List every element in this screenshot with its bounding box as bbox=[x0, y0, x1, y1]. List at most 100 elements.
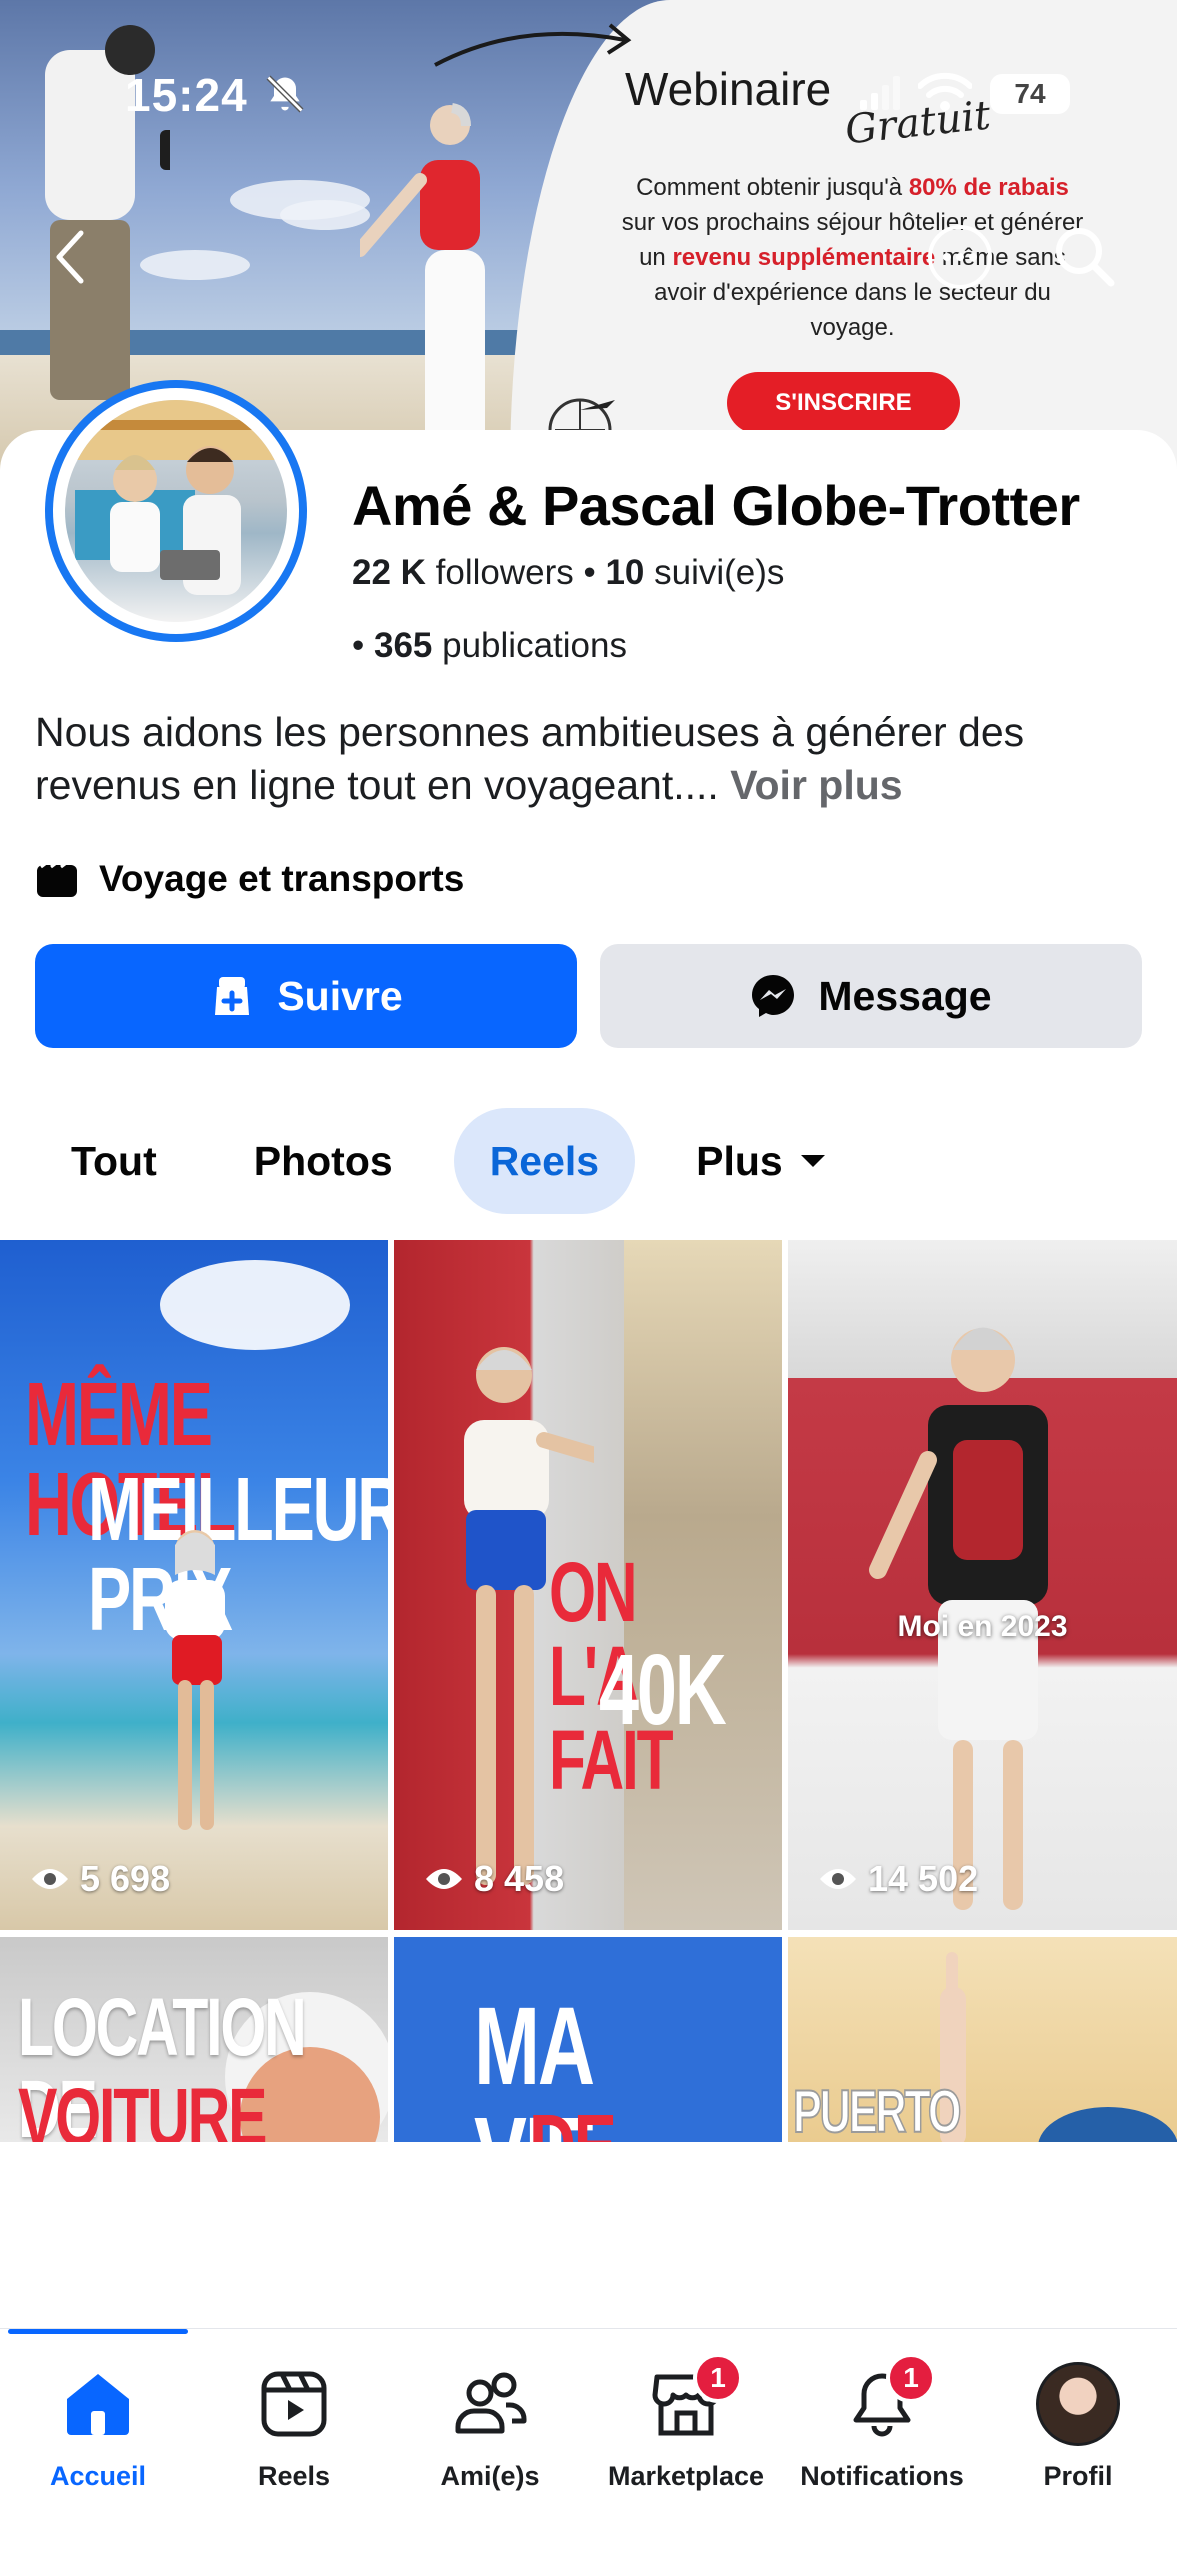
nav-reels-icon-wrap bbox=[260, 2359, 328, 2449]
message-label: Message bbox=[818, 972, 992, 1019]
reel-tile[interactable]: Moi en 2023 14 502 bbox=[788, 1240, 1177, 1930]
avatar-border bbox=[53, 388, 299, 634]
cloud bbox=[160, 1260, 350, 1350]
nav-profile-label: Profil bbox=[1043, 2461, 1113, 2491]
reel-tile[interactable]: MÊME HOTEL MEILLEUR PRIX 5 698 bbox=[0, 1240, 388, 1930]
messenger-icon bbox=[752, 975, 795, 1017]
reel-views: 5 698 bbox=[30, 1858, 170, 1900]
profile-name: Amé & Pascal Globe-Trotter bbox=[352, 474, 1080, 537]
promo-text: Comment obtenir jusqu'à bbox=[636, 174, 909, 201]
category-label: Voyage et transports bbox=[99, 858, 465, 899]
nav-notifications[interactable]: 1 Notifications bbox=[784, 2353, 980, 2519]
eye-icon bbox=[426, 1869, 462, 1889]
cloud bbox=[280, 200, 370, 230]
nav-profile[interactable]: Profil bbox=[980, 2359, 1176, 2519]
back-button[interactable] bbox=[40, 222, 100, 292]
promo-text: sur vos prochains séjour hôtelier et gén… bbox=[621, 209, 1084, 236]
nav-friends-icon-wrap bbox=[452, 2359, 528, 2449]
reel-views: 14 502 bbox=[818, 1858, 978, 1900]
followers-label[interactable]: followers bbox=[426, 553, 574, 592]
battery-indicator: 74 bbox=[990, 74, 1070, 114]
bio-see-more-link[interactable]: Voir plus bbox=[730, 762, 902, 808]
notifications-badge: 1 bbox=[886, 2353, 936, 2403]
caret-down-icon bbox=[800, 1155, 825, 1167]
nav-notifications-label: Notifications bbox=[800, 2461, 964, 2491]
posts-label: publications bbox=[432, 626, 627, 665]
nav-reels-label: Reels bbox=[257, 2461, 331, 2491]
avatar bbox=[1036, 2362, 1120, 2446]
nav-profile-icon-wrap bbox=[1036, 2359, 1120, 2449]
tab-reels[interactable]: Reels bbox=[453, 1108, 636, 1214]
reel-overlay-text: PUERTO bbox=[792, 2078, 962, 2143]
bell-off-icon bbox=[266, 75, 304, 113]
promo-highlight: 80% de rabais bbox=[908, 174, 1069, 201]
status-time: 15:24 bbox=[125, 69, 248, 121]
promo-highlight: revenu supplémentaire bbox=[672, 244, 936, 271]
nav-home-label: Accueil bbox=[49, 2461, 147, 2491]
home-icon bbox=[67, 2374, 129, 2435]
reel-woman bbox=[165, 1530, 225, 1830]
nav-marketplace[interactable]: 1 Marketplace bbox=[588, 2353, 784, 2519]
active-tab-indicator bbox=[8, 2329, 188, 2334]
profile-avatar[interactable] bbox=[45, 380, 307, 642]
reel-tile[interactable]: LOCATION DE VOITURE bbox=[0, 1937, 388, 2142]
nav-reels[interactable]: Reels bbox=[196, 2359, 392, 2519]
signal-icon bbox=[860, 76, 900, 110]
tab-plus-label: Plus bbox=[696, 1137, 783, 1184]
more-options-button[interactable] bbox=[920, 222, 1000, 292]
reel-caption: Moi en 2023 bbox=[897, 1610, 1068, 1643]
follow-button[interactable]: Suivre bbox=[35, 944, 577, 1048]
promo-text: un bbox=[639, 244, 673, 271]
nav-friends-label: Ami(e)s bbox=[440, 2461, 540, 2491]
eye-icon bbox=[32, 1869, 68, 1889]
follow-icon bbox=[209, 973, 255, 1019]
reel-decoration bbox=[1038, 2107, 1177, 2142]
followers-count[interactable]: 22 K bbox=[352, 553, 426, 592]
nav-marketplace-label: Marketplace bbox=[607, 2461, 765, 2491]
reel-views: 8 458 bbox=[424, 1858, 564, 1900]
following-label[interactable]: suivi(e)s bbox=[644, 553, 784, 592]
reel-tile[interactable]: MA VIE DE RÊVE bbox=[394, 1937, 782, 2142]
stats-bullet: • bbox=[352, 626, 374, 665]
reel-views-count: 5 698 bbox=[80, 1858, 171, 1899]
promo-text: voyage. bbox=[810, 314, 895, 341]
add-page-icon bbox=[215, 977, 250, 1015]
profile-stats: 22 K followers • 10 suivi(e)s bbox=[352, 553, 784, 593]
search-button[interactable] bbox=[1045, 222, 1125, 292]
more-icon bbox=[928, 225, 992, 289]
marketplace-badge: 1 bbox=[693, 2353, 743, 2403]
chevron-left-icon bbox=[56, 230, 84, 284]
reel-tile[interactable]: PUERTO bbox=[788, 1937, 1177, 2142]
wifi-icon bbox=[918, 72, 972, 111]
messenger-icon-wrap bbox=[750, 973, 796, 1019]
reel-views-count: 8 458 bbox=[474, 1858, 565, 1899]
nav-home-icon-wrap bbox=[63, 2359, 133, 2449]
following-count[interactable]: 10 bbox=[605, 553, 644, 592]
reel-views-count: 14 502 bbox=[868, 1858, 979, 1899]
eye-icon bbox=[820, 1869, 856, 1889]
profile-bio: Nous aidons les personnes ambitieuses à … bbox=[35, 706, 1145, 812]
reel-overlay-text: VOITURE bbox=[18, 2072, 267, 2143]
profile-tabs: Tout Photos Reels Plus bbox=[35, 1108, 888, 1214]
nav-notifications-icon-wrap: 1 bbox=[850, 2353, 936, 2449]
tab-tout[interactable]: Tout bbox=[35, 1108, 193, 1214]
posts-count: 365 bbox=[373, 626, 433, 665]
nav-friends[interactable]: Ami(e)s bbox=[392, 2359, 588, 2519]
profile-publications: • 365 publications bbox=[352, 626, 627, 666]
reels-grid: MÊME HOTEL MEILLEUR PRIX 5 698 ON L'A FA… bbox=[0, 1240, 1177, 2142]
clapperboard-icon bbox=[37, 859, 77, 897]
friends-icon bbox=[455, 2372, 527, 2434]
reel-tile[interactable]: ON L'A FAIT 40K 8 458 bbox=[394, 1240, 782, 1930]
follow-label: Suivre bbox=[277, 972, 403, 1019]
tab-photos[interactable]: Photos bbox=[218, 1108, 429, 1214]
avatar-photo bbox=[65, 400, 287, 622]
search-icon bbox=[1056, 228, 1115, 287]
message-button[interactable]: Message bbox=[600, 944, 1142, 1048]
tab-plus[interactable]: Plus bbox=[660, 1108, 863, 1214]
nav-home[interactable]: Accueil bbox=[0, 2359, 196, 2519]
reel-overlay-text: 40K bbox=[599, 1634, 727, 1746]
stats-separator: • bbox=[573, 553, 606, 592]
nav-marketplace-icon-wrap: 1 bbox=[651, 2353, 743, 2449]
status-bar: 15:24 74 bbox=[0, 0, 1177, 121]
avatar-image bbox=[65, 400, 279, 595]
